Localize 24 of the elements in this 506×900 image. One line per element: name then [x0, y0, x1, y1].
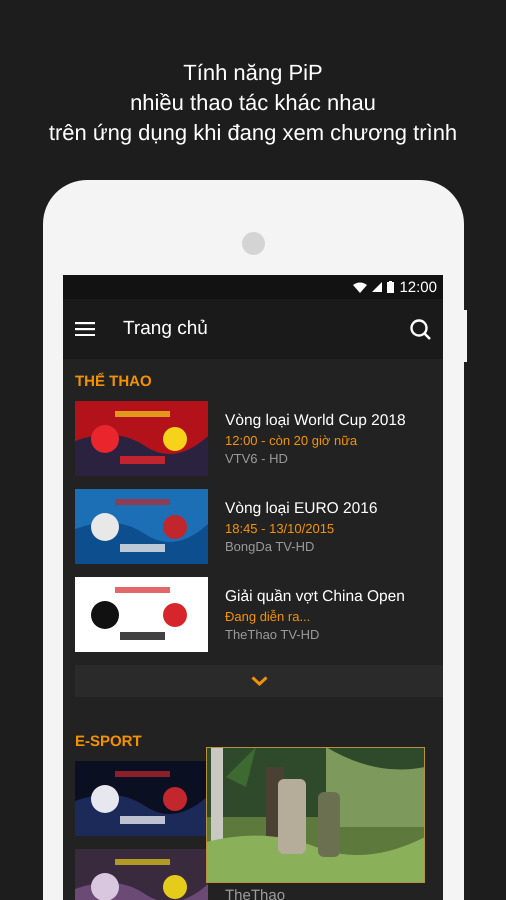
- search-icon[interactable]: [410, 318, 431, 340]
- program-title[interactable]: Vòng loại EURO 2016: [225, 500, 378, 518]
- headline-text: trên ứng dụng khi đang xem chương trình: [48, 119, 458, 147]
- battery-icon: [387, 281, 394, 293]
- signal-icon: [372, 282, 382, 292]
- program-time: 18:45 - 13/10/2015: [225, 520, 336, 536]
- program-title[interactable]: Vòng loại World Cup 2018: [225, 412, 406, 430]
- channel-name: TheThao TV-HD: [225, 626, 320, 642]
- channel-name: BongDa TV-HD: [225, 538, 316, 554]
- program-time: Đang diễn ra...: [225, 608, 312, 624]
- section-title: E-SPORT: [75, 733, 143, 751]
- headline-text: Tính năng PiP: [183, 59, 323, 87]
- wifi-icon: [353, 282, 368, 292]
- section-title: THỂ THAO: [75, 373, 153, 391]
- chevron-down-icon: [250, 676, 268, 686]
- program-time: 12:00 - còn 20 giờ nữa: [225, 432, 358, 448]
- channel-name: VTV6 - HD: [225, 450, 289, 466]
- channel-name: TheThao: [225, 887, 286, 900]
- headline-text: nhiều thao tác khác nhau: [130, 89, 376, 117]
- camera-dot: [242, 232, 264, 255]
- menu-icon[interactable]: [75, 322, 95, 336]
- program-title[interactable]: Giải quần vợt China Open: [225, 588, 405, 606]
- screen-title: Trang chủ: [123, 318, 209, 340]
- clock-time: 12:00: [399, 278, 437, 296]
